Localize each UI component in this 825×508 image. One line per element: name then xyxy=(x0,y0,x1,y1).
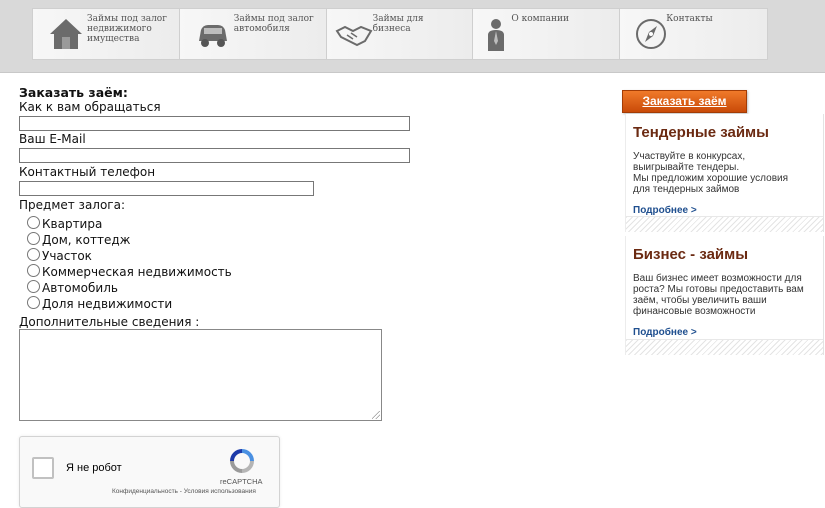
name-input[interactable] xyxy=(19,116,410,131)
nav-item-label: Займы для бизнеса xyxy=(372,14,424,34)
car-icon xyxy=(198,25,227,47)
recaptcha-logo-icon xyxy=(230,449,254,473)
recaptcha-links[interactable]: Конфиденциальность - Условия использован… xyxy=(112,488,256,495)
promo-divider xyxy=(626,339,823,355)
promo-text-line: Участвуйте в конкурсах, xyxy=(633,151,746,162)
promo-text-line: для тендерных займов xyxy=(633,184,740,195)
promo-text-line: заём, чтобы увеличить ваши xyxy=(633,295,767,306)
promo-text-line: Ваш бизнес имеет возможности для xyxy=(633,273,802,284)
collateral-label: Предмет залога: xyxy=(19,198,126,212)
radio-option-share[interactable]: Доля недвижимости xyxy=(27,296,172,312)
radio-button[interactable] xyxy=(27,264,40,277)
recaptcha-widget: Я не робот reCAPTCHA Конфиденциальность … xyxy=(19,436,280,508)
compass-icon xyxy=(636,19,667,49)
promo-title: Бизнес - займы xyxy=(633,246,749,263)
nav-item-label: Займы под залог недвижимого имущества xyxy=(87,14,167,44)
radio-button[interactable] xyxy=(27,216,40,229)
promo-divider xyxy=(626,216,823,232)
extra-info-textarea[interactable] xyxy=(19,329,382,421)
person-icon xyxy=(488,19,505,51)
nav-item-car-loans[interactable]: Займы под залог автомобиля xyxy=(179,9,327,59)
radio-label: Доля недвижимости xyxy=(42,297,173,311)
radio-label: Коммерческая недвижимость xyxy=(42,265,232,279)
recaptcha-checkbox[interactable] xyxy=(32,457,54,479)
nav-item-label: Контакты xyxy=(666,14,713,24)
radio-option-land[interactable]: Участок xyxy=(27,248,92,264)
order-loan-button[interactable]: Заказать заём xyxy=(622,90,747,113)
name-label: Как к вам обращаться xyxy=(19,100,161,114)
promo-business-loans: Бизнес - займы Ваш бизнес имеет возможно… xyxy=(625,236,824,355)
form-title: Заказать заём: xyxy=(19,85,128,100)
top-bar: Займы под залог недвижимого имущества За… xyxy=(0,0,825,73)
recaptcha-label: Я не робот xyxy=(66,462,122,474)
nav-item-about[interactable]: О компании xyxy=(473,9,621,59)
promo-more-link[interactable]: Подробнее > xyxy=(633,327,697,338)
radio-button[interactable] xyxy=(27,232,40,245)
handshake-icon xyxy=(335,25,373,47)
radio-option-car[interactable]: Автомобиль xyxy=(27,280,118,296)
promo-text-line: финансовые возможности xyxy=(633,306,756,317)
promo-tender-loans: Тендерные займы Участвуйте в конкурсах, … xyxy=(625,114,824,232)
radio-label: Автомобиль xyxy=(42,281,118,295)
radio-button[interactable] xyxy=(27,296,40,309)
promo-title: Тендерные займы xyxy=(633,124,769,141)
radio-button[interactable] xyxy=(27,248,40,261)
email-label: Ваш E-Mail xyxy=(19,132,86,146)
resize-handle-icon[interactable] xyxy=(372,411,380,419)
nav-item-contacts[interactable]: Контакты xyxy=(620,9,767,59)
promo-text-line: выигрывайте тендеры. xyxy=(633,162,740,173)
phone-label: Контактный телефон xyxy=(19,165,156,179)
nav-item-business-loans[interactable]: Займы для бизнеса xyxy=(326,9,474,59)
nav-item-label: Займы под залог автомобиля xyxy=(233,14,314,34)
nav-item-label: О компании xyxy=(511,14,570,24)
radio-button[interactable] xyxy=(27,280,40,293)
promo-text-line: роста? Мы готовы предоставить вам xyxy=(633,284,804,295)
radio-option-house[interactable]: Дом, коттедж xyxy=(27,232,130,248)
extra-info-label: Дополнительные сведения : xyxy=(19,315,200,329)
recaptcha-brand: reCAPTCHA xyxy=(220,477,263,486)
radio-option-commercial[interactable]: Коммерческая недвижимость xyxy=(27,264,232,280)
main-nav: Займы под залог недвижимого имущества За… xyxy=(32,8,768,60)
radio-label: Квартира xyxy=(42,217,103,231)
house-icon xyxy=(50,19,82,49)
nav-item-real-estate-loans[interactable]: Займы под залог недвижимого имущества xyxy=(33,9,180,59)
radio-option-apartment[interactable]: Квартира xyxy=(27,216,102,232)
radio-label: Дом, коттедж xyxy=(42,233,131,247)
email-input[interactable] xyxy=(19,148,410,163)
promo-more-link[interactable]: Подробнее > xyxy=(633,205,697,216)
radio-label: Участок xyxy=(42,249,92,263)
phone-input[interactable] xyxy=(19,181,314,196)
promo-text-line: Мы предложим хорошие условия xyxy=(633,173,789,184)
